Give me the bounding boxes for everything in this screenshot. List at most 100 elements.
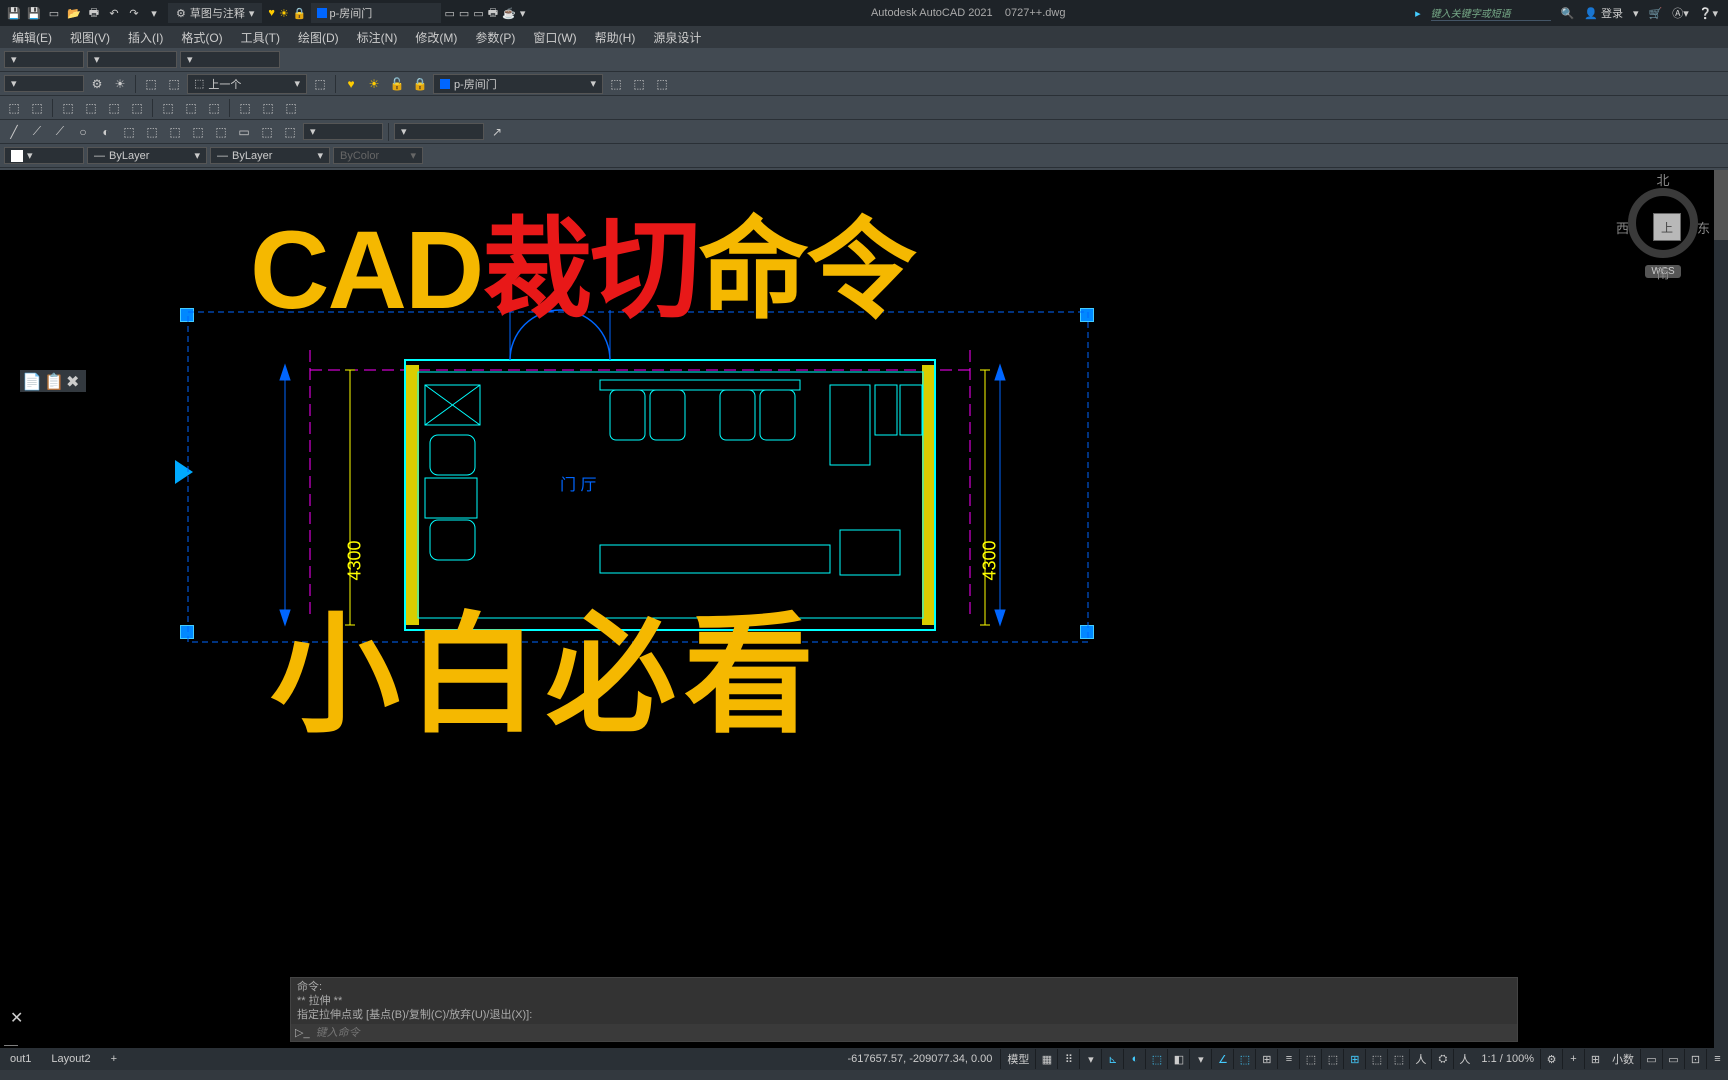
scrollbar-thumb[interactable]: [1714, 170, 1728, 240]
status-icon[interactable]: ⊞: [1584, 1049, 1606, 1069]
bulb-icon[interactable]: ♥: [268, 7, 275, 19]
menu-help[interactable]: 帮助(H): [587, 27, 644, 48]
infocenter-arrow-icon[interactable]: ▸: [1415, 7, 1421, 20]
dim-tool-icon[interactable]: ⬚: [58, 98, 78, 118]
status-icon[interactable]: ⛭: [1431, 1049, 1453, 1069]
polar-icon[interactable]: ◐: [1123, 1049, 1145, 1069]
viewcube-north[interactable]: 北: [1656, 170, 1669, 189]
print-icon[interactable]: 🖶: [488, 4, 498, 23]
close-icon[interactable]: ✕: [10, 1008, 23, 1028]
status-icon[interactable]: ▾: [1189, 1049, 1211, 1069]
menu-format[interactable]: 格式(O): [173, 27, 230, 48]
menu-edit[interactable]: 编辑(E): [4, 27, 60, 48]
coordinates-readout[interactable]: -617657.57, -209077.34, 0.00: [839, 1053, 1000, 1065]
status-icon[interactable]: ⊞: [1255, 1049, 1277, 1069]
menu-view[interactable]: 视图(V): [62, 27, 118, 48]
floating-palette[interactable]: 📄 📋 ✖: [20, 370, 86, 392]
layer-tool-icon[interactable]: ⬚: [652, 74, 672, 94]
color-dropdown[interactable]: ▾: [4, 147, 84, 164]
status-icon[interactable]: ⬚: [1321, 1049, 1343, 1069]
save-icon[interactable]: 💾: [26, 5, 42, 21]
menu-modify[interactable]: 修改(M): [407, 27, 465, 48]
status-icon[interactable]: ⬚: [1145, 1049, 1167, 1069]
draw-pline-icon[interactable]: ⟋: [50, 122, 70, 142]
workspace-selector[interactable]: ⚙ 草图与注释 ▾: [168, 3, 262, 23]
customize-icon[interactable]: ≡: [1706, 1049, 1728, 1069]
grid-icon[interactable]: ▦: [1035, 1049, 1057, 1069]
menu-insert[interactable]: 插入(I): [120, 27, 171, 48]
draw-tool-icon[interactable]: ⬚: [142, 122, 162, 142]
dim-tool-icon[interactable]: ⬚: [235, 98, 255, 118]
gear-icon[interactable]: ⚙: [1540, 1049, 1562, 1069]
vertical-scrollbar[interactable]: [1714, 170, 1728, 1048]
layer-prev-dropdown[interactable]: ⬚ 上一个▾: [187, 74, 307, 94]
draw-tool-icon[interactable]: ⬚: [211, 122, 231, 142]
menu-draw[interactable]: 绘图(D): [290, 27, 347, 48]
dim-tool-icon[interactable]: ⬚: [258, 98, 278, 118]
tool-icon[interactable]: ▭: [445, 7, 455, 20]
dim-tool-icon[interactable]: ⬚: [127, 98, 147, 118]
layer-tool-icon[interactable]: ⬚: [606, 74, 626, 94]
save-icon[interactable]: 💾: [6, 5, 22, 21]
style-dropdown[interactable]: ▾: [4, 51, 84, 68]
dim-tool-icon[interactable]: ⬚: [104, 98, 124, 118]
open-icon[interactable]: 📂: [66, 5, 82, 21]
layer-lock-icon[interactable]: 🔒: [410, 74, 430, 94]
status-icon[interactable]: ⊡: [1684, 1049, 1706, 1069]
status-icon[interactable]: +: [1562, 1049, 1584, 1069]
draw-circle-icon[interactable]: ○: [73, 122, 93, 142]
dim-tool-icon[interactable]: ⬚: [27, 98, 47, 118]
snap-icon[interactable]: ⠿: [1057, 1049, 1079, 1069]
menu-tools[interactable]: 工具(T): [233, 27, 288, 48]
model-button[interactable]: 模型: [1000, 1049, 1035, 1069]
dim-tool-icon[interactable]: ⬚: [158, 98, 178, 118]
dim-tool-icon[interactable]: ⬚: [4, 98, 24, 118]
status-icon[interactable]: ▾: [1079, 1049, 1101, 1069]
cart-icon[interactable]: 🛒: [1649, 7, 1663, 20]
status-icon[interactable]: ⬚: [1365, 1049, 1387, 1069]
layer-tool-icon[interactable]: ⬚: [164, 74, 184, 94]
layout-tab[interactable]: Layout2: [41, 1050, 100, 1068]
draw-tool-icon[interactable]: ◐: [96, 122, 116, 142]
annotation-scale[interactable]: 1:1 / 100%: [1475, 1053, 1540, 1065]
draw-arc-icon[interactable]: ⟋: [27, 122, 47, 142]
status-icon[interactable]: 人: [1409, 1049, 1431, 1069]
sun-icon[interactable]: ☀: [279, 7, 289, 20]
dim-tool-icon[interactable]: ⬚: [204, 98, 224, 118]
menu-custom[interactable]: 源泉设计: [645, 27, 709, 48]
dim-style-dropdown[interactable]: ▾: [87, 51, 177, 68]
linetype-dropdown[interactable]: —ByLayer▾: [87, 147, 207, 164]
match-layer-icon[interactable]: ⬚: [141, 74, 161, 94]
layout-tab[interactable]: out1: [0, 1050, 41, 1068]
dim-tool-icon[interactable]: ⬚: [281, 98, 301, 118]
search-icon[interactable]: 🔍: [1561, 7, 1575, 20]
tool-icon[interactable]: ↗: [487, 122, 507, 142]
layer-tool-icon[interactable]: ⬚: [310, 74, 330, 94]
undo-icon[interactable]: ↶: [106, 5, 122, 21]
tool-icon[interactable]: ▭: [473, 7, 483, 20]
redo-icon[interactable]: ↷: [126, 5, 142, 21]
status-icon[interactable]: ▭: [1640, 1049, 1662, 1069]
layer-dropdown[interactable]: p-房间门: [311, 3, 441, 23]
print-icon[interactable]: 🖶: [86, 5, 102, 21]
command-input[interactable]: [316, 1027, 1513, 1039]
new-icon[interactable]: ▭: [46, 5, 62, 21]
tool-icon[interactable]: ▭: [459, 7, 469, 20]
draw-rect-icon[interactable]: ▭: [234, 122, 254, 142]
status-icon[interactable]: 人: [1453, 1049, 1475, 1069]
viewcube-top[interactable]: 上: [1653, 213, 1681, 241]
status-icon[interactable]: ▭: [1662, 1049, 1684, 1069]
palette-icon[interactable]: 📄: [22, 372, 40, 390]
menu-dimension[interactable]: 标注(N): [349, 27, 406, 48]
layer-bulb-icon[interactable]: ♥: [341, 74, 361, 94]
draw-tool-icon[interactable]: ⬚: [257, 122, 277, 142]
draw-tool-icon[interactable]: ⬚: [280, 122, 300, 142]
viewcube-ring[interactable]: 上: [1628, 188, 1698, 258]
menu-param[interactable]: 参数(P): [467, 27, 523, 48]
status-icon[interactable]: ⬚: [1387, 1049, 1409, 1069]
dim-tool-icon[interactable]: ⬚: [81, 98, 101, 118]
drawing-canvas[interactable]: 📄 📋 ✖: [0, 170, 1728, 1070]
layer-lock-icon[interactable]: 🔓: [387, 74, 407, 94]
dropdown-icon[interactable]: ▾: [1633, 7, 1639, 20]
status-icon[interactable]: ⬚: [1299, 1049, 1321, 1069]
